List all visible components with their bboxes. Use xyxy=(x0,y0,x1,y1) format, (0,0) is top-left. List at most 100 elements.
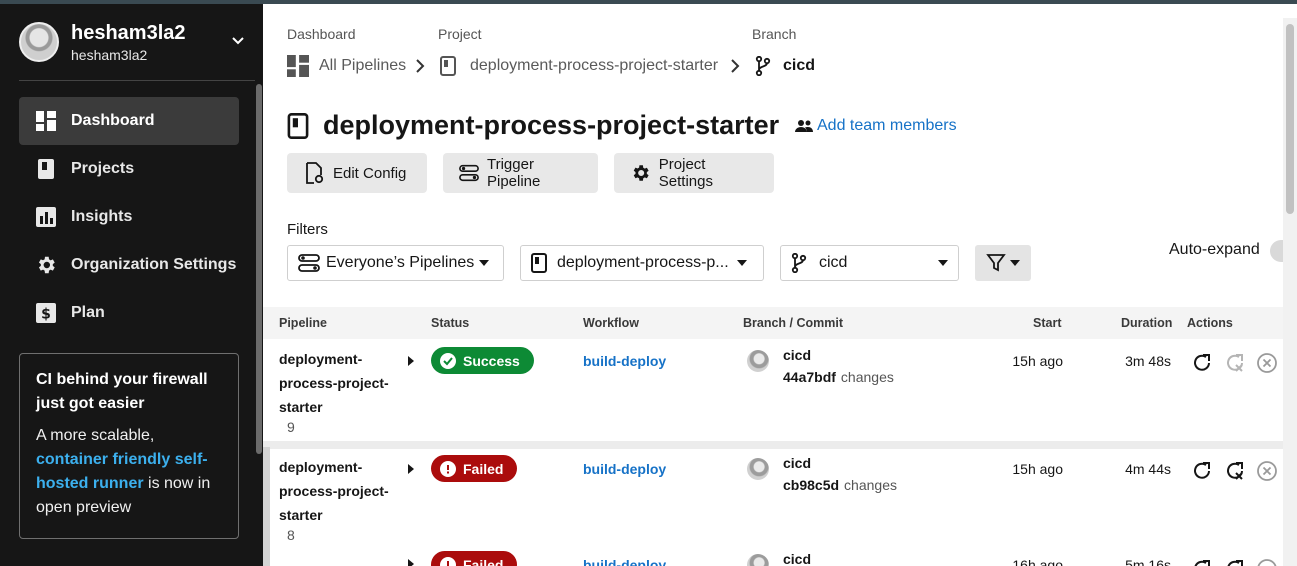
chevron-down-icon[interactable] xyxy=(231,34,245,48)
pipeline-number: 9 xyxy=(287,419,295,435)
avatar xyxy=(747,458,769,480)
cancel-icon[interactable] xyxy=(1255,459,1279,483)
sidebar-divider xyxy=(19,80,255,81)
commit-hash[interactable]: 44a7bdf xyxy=(783,369,836,385)
sidebar-item-organization-settings[interactable]: Organization Settings xyxy=(19,241,239,289)
commit-changes[interactable]: changes xyxy=(844,477,897,493)
table-row[interactable]: deployment-process-project-starter 8 Fai… xyxy=(263,449,1283,551)
column-header-branch-commit: Branch / Commit xyxy=(743,316,844,330)
commit-changes[interactable]: changes xyxy=(841,369,894,385)
column-header-duration: Duration xyxy=(1121,316,1173,330)
user-menu[interactable]: hesham3la2 hesham3la2 xyxy=(19,22,259,68)
duration: 4m 44s xyxy=(1125,461,1171,477)
sidebar: hesham3la2 hesham3la2 Dashboard Projects… xyxy=(0,4,263,566)
table-row[interactable]: Failed build-deploy cicd 16h ago 5m 16s xyxy=(263,545,1283,566)
edit-config-icon xyxy=(306,162,324,184)
breadcrumb-text: All Pipelines xyxy=(319,57,407,74)
select-value: cicd xyxy=(819,254,848,271)
sidebar-item-insights[interactable]: Insights xyxy=(19,193,239,241)
project-filter-select[interactable]: deployment-process-p... xyxy=(520,245,764,281)
sidebar-item-projects[interactable]: Projects xyxy=(19,145,239,193)
sidebar-scrollbar[interactable] xyxy=(256,84,262,454)
check-icon xyxy=(440,352,456,369)
trigger-pipeline-button[interactable]: Trigger Pipeline xyxy=(443,153,598,193)
duration: 3m 48s xyxy=(1125,353,1171,369)
workflow-link[interactable]: build-deploy xyxy=(583,353,666,369)
breadcrumb-project-label: Project xyxy=(438,26,482,42)
promo-title: CI behind your firewall just got easier xyxy=(36,371,208,412)
advanced-filter-button[interactable] xyxy=(975,245,1031,281)
column-header-start: Start xyxy=(1033,316,1062,330)
commit-hash[interactable]: cb98c5d xyxy=(783,477,839,493)
table-row[interactable]: deployment-process-project-starter 9 Suc… xyxy=(263,339,1283,441)
avatar xyxy=(747,554,769,566)
status-badge[interactable]: Failed xyxy=(431,455,518,482)
row-divider xyxy=(263,441,1283,449)
filters-label: Filters xyxy=(287,221,328,238)
column-header-actions: Actions xyxy=(1187,316,1233,330)
project-icon xyxy=(440,56,456,76)
breadcrumb-dashboard-label: Dashboard xyxy=(287,26,356,42)
user-handle: hesham3la2 xyxy=(71,47,148,63)
auto-expand-label: Auto-expand xyxy=(1169,241,1260,258)
sidebar-item-dashboard[interactable]: Dashboard xyxy=(19,97,239,145)
dashboard-icon xyxy=(287,55,309,77)
pipeline-name[interactable]: deployment-process-project-starter xyxy=(279,455,389,527)
workflow-link[interactable]: build-deploy xyxy=(583,557,666,566)
branch-icon xyxy=(755,56,771,76)
promo-card: CI behind your firewall just got easier … xyxy=(19,353,239,539)
rerun-failed-icon[interactable] xyxy=(1223,459,1247,483)
edit-config-label: Edit Config xyxy=(333,164,407,182)
rerun-icon[interactable] xyxy=(1190,557,1214,566)
row-highlight-edge xyxy=(263,447,270,566)
pipeline-name[interactable]: deployment-process-project-starter xyxy=(279,347,389,419)
caret-down-icon xyxy=(736,260,747,266)
commit-branch: cicd xyxy=(783,455,812,471)
avatar xyxy=(747,350,769,372)
rerun-failed-icon[interactable] xyxy=(1223,351,1247,375)
add-team-members-link[interactable]: Add team members xyxy=(795,117,957,135)
column-header-workflow: Workflow xyxy=(583,316,640,330)
breadcrumb-text: cicd xyxy=(783,57,816,74)
sidebar-item-plan[interactable]: $ Plan xyxy=(19,289,239,337)
expand-arrow-icon[interactable] xyxy=(407,356,415,366)
caret-down-icon xyxy=(479,260,490,266)
trigger-pipeline-label: Trigger Pipeline xyxy=(487,156,541,190)
branch-icon xyxy=(791,253,807,273)
workflow-link[interactable]: build-deploy xyxy=(583,461,666,477)
breadcrumb-all-pipelines[interactable]: All Pipelines xyxy=(287,54,406,78)
cancel-icon[interactable] xyxy=(1255,557,1279,566)
pipelines-filter-select[interactable]: Everyone’s Pipelines xyxy=(287,245,504,281)
select-value: Everyone’s Pipelines xyxy=(326,254,475,271)
project-settings-button[interactable]: Project Settings xyxy=(614,153,774,193)
status-badge[interactable]: Success xyxy=(431,347,534,374)
edit-config-button[interactable]: Edit Config xyxy=(287,153,427,193)
expand-arrow-icon[interactable] xyxy=(407,464,415,474)
commit-info: cb98c5d changes xyxy=(783,477,897,493)
main-scrollbar-thumb[interactable] xyxy=(1286,24,1294,214)
sidebar-item-label: Insights xyxy=(71,208,133,225)
caret-down-icon xyxy=(1010,260,1020,266)
breadcrumb-project[interactable]: deployment-process-project-starter xyxy=(440,54,718,78)
project-icon xyxy=(287,112,309,139)
start-time: 16h ago xyxy=(1012,557,1063,566)
rerun-icon[interactable] xyxy=(1190,351,1214,375)
pipeline-icon xyxy=(298,254,320,272)
people-icon xyxy=(795,120,813,132)
project-icon xyxy=(35,158,57,180)
insights-icon xyxy=(35,206,57,228)
error-icon xyxy=(440,556,456,566)
branch-filter-select[interactable]: cicd xyxy=(780,245,959,281)
chevron-right-icon xyxy=(731,59,740,73)
rerun-failed-icon[interactable] xyxy=(1223,557,1247,566)
breadcrumb-branch[interactable]: cicd xyxy=(755,54,815,78)
project-icon xyxy=(531,253,547,273)
dollar-icon: $ xyxy=(35,302,57,324)
start-time: 15h ago xyxy=(1012,353,1063,369)
cancel-icon[interactable] xyxy=(1255,351,1279,375)
expand-arrow-icon[interactable] xyxy=(407,559,415,566)
dashboard-icon xyxy=(35,110,57,132)
rerun-icon[interactable] xyxy=(1190,459,1214,483)
status-badge[interactable]: Failed xyxy=(431,551,518,566)
sidebar-item-label: Projects xyxy=(71,160,135,177)
